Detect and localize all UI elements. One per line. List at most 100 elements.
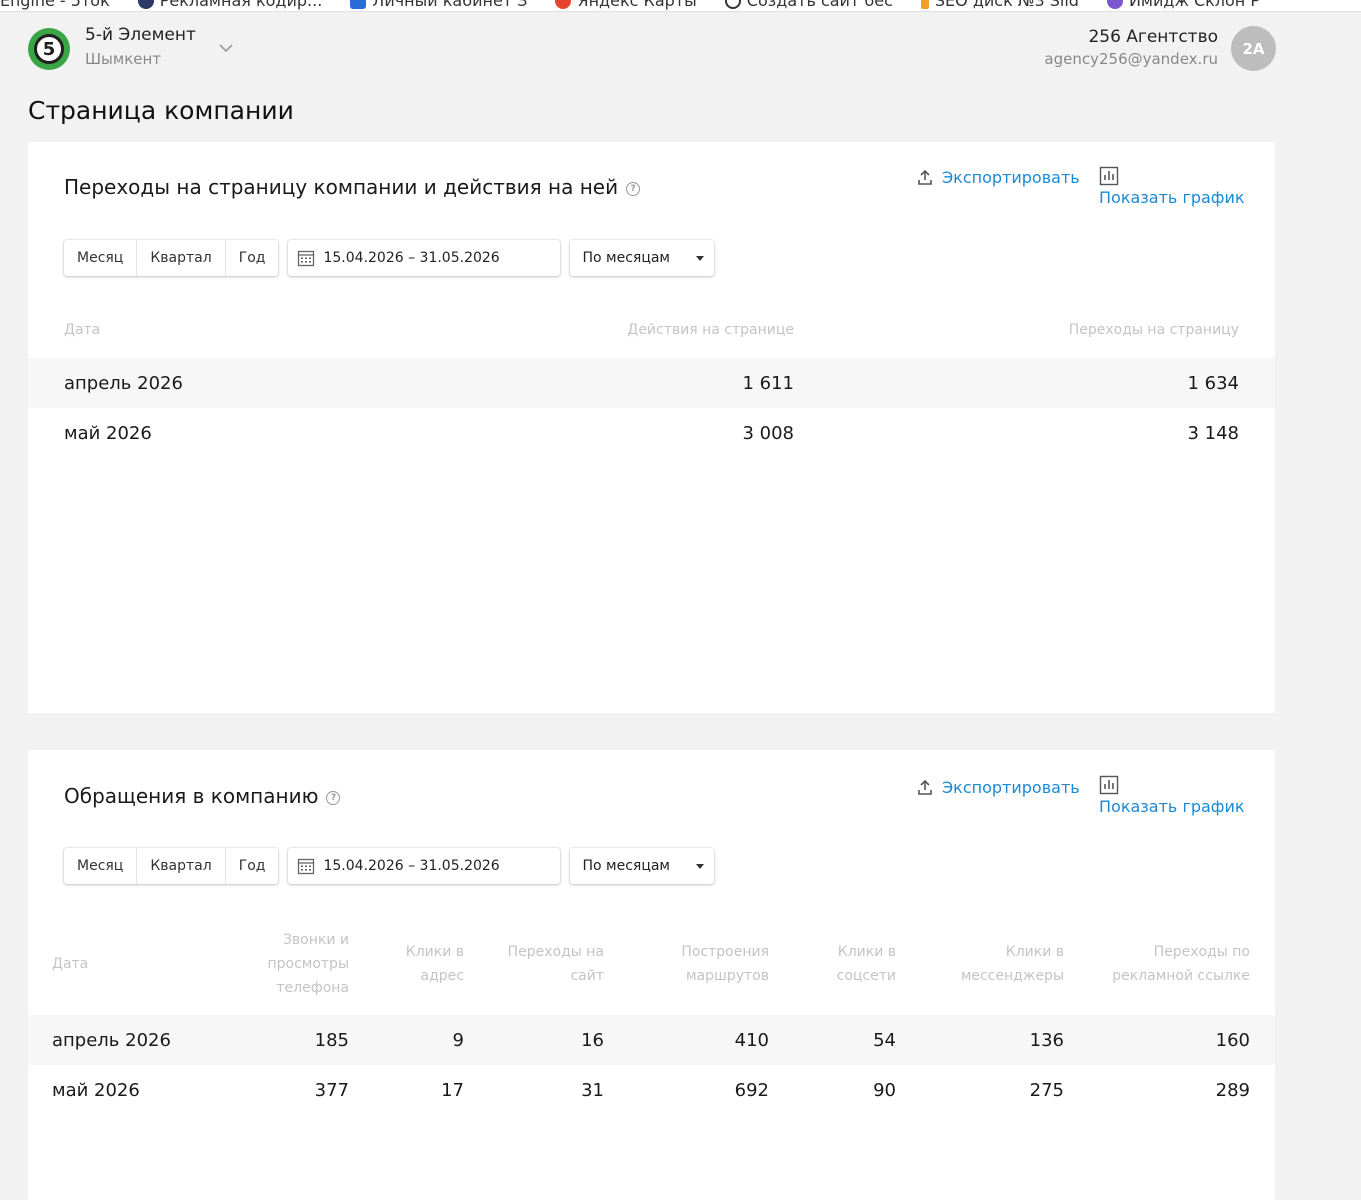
- card-title: Обращения в компанию ?: [64, 784, 341, 808]
- bookmark[interactable]: Имидж Склон Р: [1106, 0, 1260, 10]
- page-transitions-card: Переходы на страницу компании и действия…: [28, 142, 1275, 713]
- period-quarter[interactable]: Квартал: [137, 240, 226, 276]
- row-date: апрель 2026: [52, 1030, 171, 1051]
- period-switcher: Месяц Квартал Год: [64, 848, 279, 884]
- date-range-value: 15.04.2026 – 31.05.2026: [323, 858, 500, 874]
- company-contacts-card: Обращения в компанию ? Экспортировать По…: [28, 750, 1275, 1200]
- period-month[interactable]: Месяц: [64, 848, 138, 884]
- period-switcher: Месяц Квартал Год: [64, 240, 279, 276]
- bookmark[interactable]: Личный кабинет З: [350, 0, 527, 10]
- table-header: Дата Действия на странице Переходы на ст…: [28, 322, 1275, 342]
- user-name: 256 Агентство: [1088, 27, 1218, 47]
- show-chart-label: Показать график: [1099, 188, 1245, 207]
- bar-chart-icon: [1099, 166, 1119, 186]
- bookmark-label: Яндекс Карты: [577, 0, 697, 10]
- grouping-value: По месяцам: [582, 250, 670, 266]
- card-title: Переходы на страницу компании и действия…: [64, 175, 641, 199]
- avatar[interactable]: 2А: [1231, 26, 1276, 71]
- org-logo-mark: 5: [34, 34, 64, 64]
- chevron-down-icon[interactable]: [216, 38, 236, 58]
- export-button[interactable]: Экспортировать: [916, 168, 1080, 187]
- show-chart-button[interactable]: Показать график: [1099, 166, 1245, 207]
- period-year[interactable]: Год: [226, 848, 279, 884]
- upload-icon: [918, 169, 932, 185]
- bookmark[interactable]: Создать сайт бес: [724, 0, 893, 10]
- show-chart-label: Показать график: [1099, 797, 1245, 816]
- cell-value: 90: [873, 1080, 896, 1101]
- column-header[interactable]: Дата: [64, 322, 100, 338]
- card-title-text: Переходы на страницу компании и действия…: [64, 175, 619, 199]
- date-range-picker[interactable]: 15.04.2026 – 31.05.2026: [288, 848, 560, 884]
- org-logo[interactable]: 5: [28, 28, 70, 70]
- bookmark-label: Имидж Склон Р: [1128, 0, 1260, 10]
- column-header[interactable]: Построения маршрутов: [659, 928, 769, 1000]
- bookmark-icon: [724, 0, 741, 9]
- user-email: agency256@yandex.ru: [1044, 50, 1218, 68]
- bookmark[interactable]: Рекламная кодир...: [137, 0, 322, 10]
- cell-value: 9: [452, 1030, 464, 1051]
- table-row: апрель 2026 185 9 16 410 54 136 160: [28, 1015, 1275, 1065]
- org-name[interactable]: 5-й Элемент: [85, 25, 196, 45]
- export-label: Экспортировать: [942, 778, 1080, 797]
- help-icon[interactable]: ?: [626, 181, 641, 196]
- bookmark-label: SEO диск №3 Slid: [934, 0, 1079, 10]
- card-title-text: Обращения в компанию: [64, 784, 319, 808]
- map-pin-icon: [555, 0, 572, 9]
- bookmark[interactable]: SEO диск №3 Slid: [920, 0, 1079, 10]
- cell-value: 31: [581, 1080, 604, 1101]
- column-header[interactable]: Клики в мессенджеры: [954, 928, 1064, 1000]
- org-city: Шымкент: [85, 50, 162, 68]
- calendar-icon: [298, 250, 315, 267]
- bookmark-label: Engine - 5ток: [0, 0, 110, 10]
- grouping-select[interactable]: По месяцам: [570, 848, 714, 884]
- column-header[interactable]: Клики в адрес: [384, 928, 464, 1000]
- cell-value: 136: [1029, 1030, 1064, 1051]
- bookmark-label: Личный кабинет З: [372, 0, 528, 10]
- show-chart-button[interactable]: Показать график: [1099, 775, 1245, 816]
- caret-down-icon: [696, 863, 705, 869]
- column-header[interactable]: Клики в соцсети: [816, 928, 896, 1000]
- date-range-value: 15.04.2026 – 31.05.2026: [323, 250, 500, 266]
- date-range-picker[interactable]: 15.04.2026 – 31.05.2026: [288, 240, 560, 276]
- cell-value: 185: [314, 1030, 349, 1051]
- column-header[interactable]: Действия на странице: [627, 322, 794, 338]
- table-row: апрель 2026 1 611 1 634: [28, 358, 1275, 408]
- column-header[interactable]: Переходы на сайт: [494, 928, 604, 1000]
- cell-value: 692: [734, 1080, 769, 1101]
- cell-value: 54: [873, 1030, 896, 1051]
- bookmark-label: Создать сайт бес: [746, 0, 893, 10]
- cell-value: 275: [1029, 1080, 1064, 1101]
- cell-value: 3 008: [742, 423, 794, 444]
- cell-value: 410: [734, 1030, 769, 1051]
- filter-controls: Месяц Квартал Год 15.04.2026 – 31.05.202…: [64, 240, 714, 276]
- bookmark[interactable]: Engine - 5ток: [0, 0, 110, 10]
- grouping-value: По месяцам: [582, 858, 670, 874]
- column-header[interactable]: Звонки и просмотры телефона: [239, 928, 349, 1000]
- row-date: апрель 2026: [64, 373, 183, 394]
- column-header[interactable]: Переходы по рекламной ссылке: [1100, 928, 1250, 1000]
- column-header[interactable]: Дата: [52, 928, 88, 1000]
- help-icon[interactable]: ?: [326, 790, 341, 805]
- column-header[interactable]: Переходы на страницу: [1069, 322, 1239, 338]
- bookmark-icon: [137, 0, 154, 9]
- period-year[interactable]: Год: [226, 240, 279, 276]
- bookmark[interactable]: Яндекс Карты: [555, 0, 697, 10]
- cell-value: 16: [581, 1030, 604, 1051]
- filter-controls: Месяц Квартал Год 15.04.2026 – 31.05.202…: [64, 848, 714, 884]
- calendar-icon: [298, 858, 315, 875]
- grouping-select[interactable]: По месяцам: [570, 240, 714, 276]
- bookmark-icon: [1106, 0, 1123, 9]
- cell-value: 289: [1215, 1080, 1250, 1101]
- bookmark-icon: [350, 0, 367, 9]
- export-button[interactable]: Экспортировать: [916, 778, 1080, 797]
- upload-icon: [918, 779, 932, 795]
- caret-down-icon: [696, 255, 705, 261]
- period-quarter[interactable]: Квартал: [137, 848, 226, 884]
- export-label: Экспортировать: [942, 168, 1080, 187]
- period-month[interactable]: Месяц: [64, 240, 138, 276]
- cell-value: 17: [441, 1080, 464, 1101]
- row-date: май 2026: [52, 1080, 140, 1101]
- table-row: май 2026 377 17 31 692 90 275 289: [28, 1065, 1275, 1115]
- table-row: май 2026 3 008 3 148: [28, 408, 1275, 458]
- bookmarks-bar: Engine - 5ток Рекламная кодир... Личный …: [0, 0, 1361, 12]
